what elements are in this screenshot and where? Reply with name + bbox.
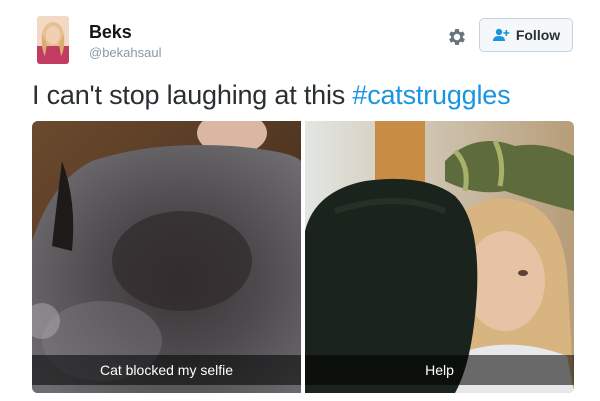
photo-caption: Help xyxy=(425,362,454,378)
caption-bar: Cat blocked my selfie xyxy=(32,355,301,385)
photo-cat-blocked[interactable]: Cat blocked my selfie xyxy=(32,121,301,393)
tweet-text: I can't stop laughing at this #catstrugg… xyxy=(32,80,511,111)
cat-photo-image xyxy=(32,121,301,393)
follow-button[interactable]: Follow xyxy=(479,18,573,52)
avatar[interactable] xyxy=(37,16,69,64)
hashtag-link[interactable]: #catstruggles xyxy=(352,80,510,110)
avatar-image xyxy=(37,16,69,64)
follow-label: Follow xyxy=(515,27,561,43)
selfie-photo-image xyxy=(305,121,574,393)
user-handle[interactable]: @bekahsaul xyxy=(89,45,161,60)
gear-icon[interactable] xyxy=(446,26,468,48)
photo-caption: Cat blocked my selfie xyxy=(99,362,234,378)
user-name[interactable]: Beks xyxy=(89,22,132,43)
photo-help[interactable]: Help xyxy=(305,121,574,393)
add-user-icon xyxy=(492,28,510,41)
caption-bar: Help xyxy=(305,355,574,385)
media-grid: Cat blocked my selfie Help xyxy=(32,121,574,393)
tweet-body: I can't stop laughing at this xyxy=(32,80,353,110)
